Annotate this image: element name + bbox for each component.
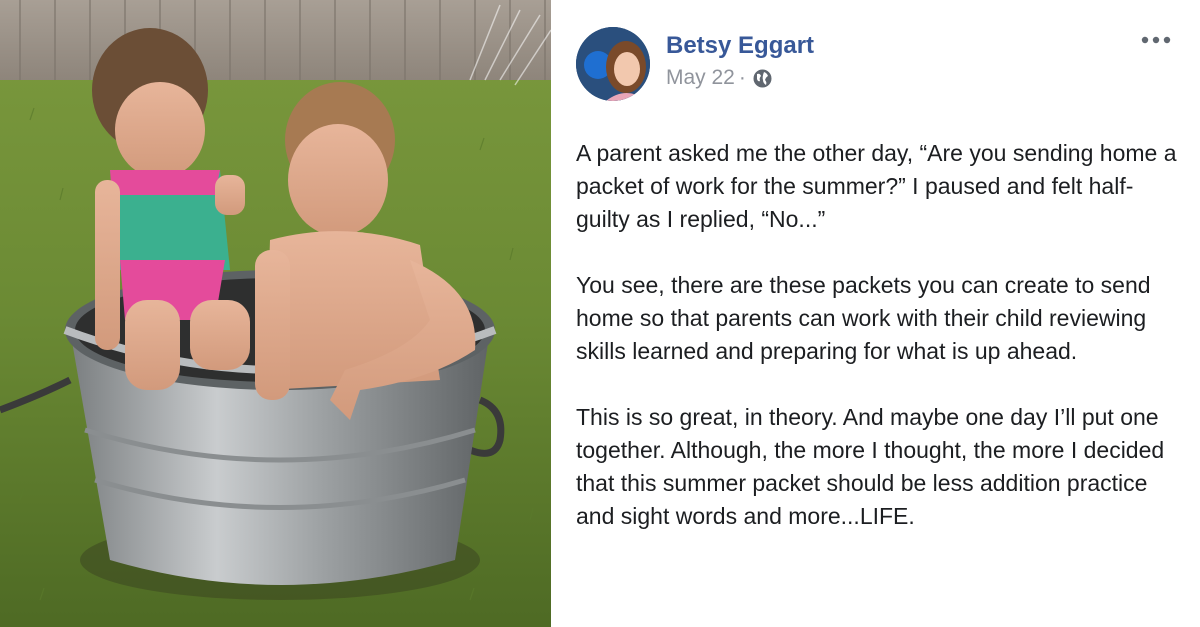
globe-icon[interactable]	[752, 68, 773, 89]
photo-kids-in-tub	[0, 0, 551, 627]
avatar[interactable]	[576, 27, 650, 101]
meta-separator: ·	[738, 66, 746, 89]
post-paragraph-2: You see, there are these packets you can…	[576, 272, 1151, 364]
post-content: Betsy Eggart May 22 · A parent asked me …	[551, 0, 1200, 627]
post-meta: May 22 ·	[666, 65, 814, 91]
post-header: Betsy Eggart May 22 ·	[576, 25, 1188, 101]
post-photo[interactable]	[0, 0, 551, 627]
post-paragraph-3: This is so great, in theory. And maybe o…	[576, 404, 1165, 529]
post-header-text: Betsy Eggart May 22 ·	[666, 31, 814, 91]
more-options-button[interactable]	[1138, 25, 1174, 55]
author-name-link[interactable]: Betsy Eggart	[666, 31, 814, 61]
post-paragraph-1: A parent asked me the other day, “Are yo…	[576, 140, 1177, 232]
social-post-card: Betsy Eggart May 22 · A parent asked me …	[0, 0, 1200, 627]
post-date[interactable]: May 22	[666, 65, 735, 91]
post-body: A parent asked me the other day, “Are yo…	[576, 137, 1186, 566]
more-options-icon	[1141, 36, 1171, 44]
